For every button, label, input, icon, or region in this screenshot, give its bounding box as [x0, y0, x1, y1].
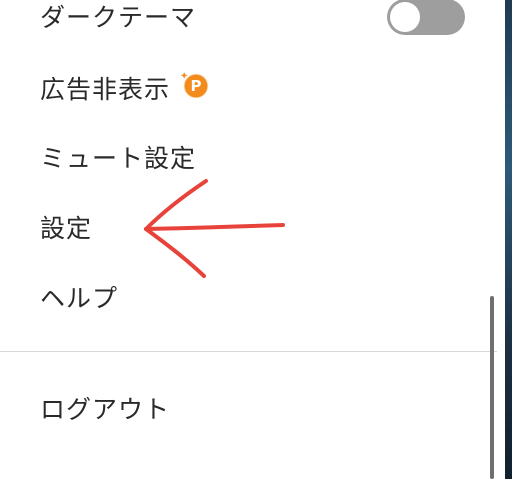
- settings-label: 設定: [40, 214, 93, 243]
- help-label: ヘルプ: [40, 284, 119, 313]
- menu-item-settings[interactable]: 設定: [40, 209, 92, 245]
- menu-item-help[interactable]: ヘルプ: [40, 279, 118, 315]
- mute-settings-label: ミュート設定: [40, 144, 197, 173]
- menu-item-mute-settings[interactable]: ミュート設定: [40, 139, 196, 175]
- logout-label: ログアウト: [40, 395, 171, 424]
- premium-badge-letter: P: [191, 77, 202, 95]
- menu-divider: [0, 351, 497, 352]
- dark-theme-toggle[interactable]: [387, 0, 465, 35]
- hide-ads-label: 広告非表示: [40, 75, 171, 104]
- menu-item-logout[interactable]: ログアウト: [40, 390, 170, 426]
- settings-menu-screen: ダークテーマ 広告非表示 P ミュート設定 設定 ヘルプ ログアウト: [0, 0, 512, 479]
- background-edge: [505, 0, 512, 479]
- menu-item-dark-theme[interactable]: ダークテーマ: [40, 0, 196, 34]
- toggle-knob: [390, 2, 420, 32]
- menu-item-hide-ads[interactable]: 広告非表示: [40, 70, 170, 106]
- dark-theme-label: ダークテーマ: [40, 3, 197, 32]
- scrollbar[interactable]: [490, 296, 494, 479]
- premium-p-icon: P: [180, 72, 209, 99]
